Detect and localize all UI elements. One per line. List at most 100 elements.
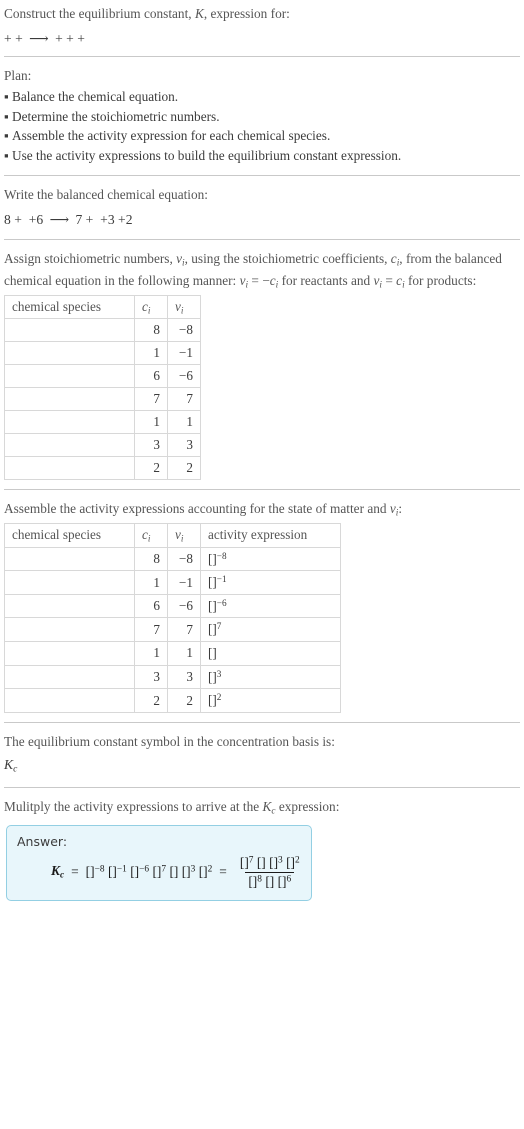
plus-b3: + [85,211,94,227]
cell-activity: [] [200,641,341,666]
activity-exponent: 3 [216,668,222,679]
product-term: []−8 [86,864,105,879]
answer-kc-symbol: K [51,863,60,879]
plus-b4: + [100,211,108,227]
product-term: []2 [199,864,213,879]
activity-exponent: 7 [216,621,222,632]
term-exponent: 7 [161,864,167,875]
numerator-term: []3 [269,855,283,870]
term-base: [] [130,864,140,880]
term-base: [] [239,854,249,870]
activity-heading: Assemble the activity expressions accoun… [4,499,520,521]
stoich-heading-p5: for reactants and [278,273,374,288]
cell-nui: 7 [167,387,201,412]
term-exponent: 7 [248,855,254,866]
table-row: 1 1 [4,410,201,435]
term-exponent: 2 [207,864,213,875]
col-chemical-species: chemical species [4,294,135,320]
cell-species [4,410,135,435]
answer-kc: Kc [51,863,64,881]
term-exponent: 2 [295,855,300,866]
cell-ci: 6 [134,364,168,389]
cell-activity: []2 [200,688,341,713]
cell-ci: 1 [134,341,168,366]
term-base: [] [181,864,191,880]
activity-base: [] [208,551,217,567]
cell-nui: −8 [167,318,201,343]
activity-exponent: −1 [216,574,227,585]
cell-ci: 8 [134,318,168,343]
cell-nui: 3 [167,433,201,458]
product-term: []−6 [130,864,149,879]
cell-ci: 8 [134,546,168,572]
plus-2: + [15,31,23,47]
col-nui-sub: i [180,305,184,316]
balanced-coeff-p1: 7 [75,211,83,227]
product-term: []3 [182,864,196,879]
cell-species [4,617,135,643]
term-base: [] [277,873,287,889]
multiply-heading-p1: Mulitply the activity expressions to arr… [4,798,263,814]
table-row: 1 −1 []−1 [4,570,341,595]
balanced-coeff-p4: 2 [125,211,133,227]
activity-base: [] [208,622,217,638]
activity-base: [] [208,598,217,614]
cell-species [4,318,135,343]
plan-item-2-label: Determine the stoichiometric numbers. [12,108,220,124]
stoichiometric-section: Assign stoichiometric numbers, νi , using… [4,240,520,489]
cell-species [4,593,135,619]
cell-ci: 2 [134,456,168,481]
term-exponent: −8 [94,864,105,875]
cell-species [4,387,135,412]
cell-ci: 7 [134,617,168,643]
prompt-title-post: , expression for: [203,6,290,21]
col-nui-sub: i [180,533,184,544]
stoich-heading: Assign stoichiometric numbers, νi, using… [4,249,520,292]
cell-nui: −1 [167,341,201,366]
symbol-value: Kc [4,754,520,778]
balanced-arrow-icon: ⟶ [49,211,70,227]
term-base: [] [265,873,275,889]
table-header-row: chemical species ci νi activity expressi… [4,523,341,548]
cell-nui: −6 [167,364,201,389]
prompt-equation: + + ⟶ + + + [4,28,520,50]
table-row: 7 7 [4,387,201,412]
term-base: [] [85,864,95,880]
col-activity-expression: activity expression [200,523,341,548]
cell-ci: 3 [134,664,168,690]
stoich-heading-p2: , using the stoichiometric coefficients, [184,251,391,267]
table-row: 6 −6 []−6 [4,593,341,619]
balanced-coeff-p3: 3 [107,211,115,227]
activity-heading-p2: : [398,501,403,517]
denominator-term: [] [265,874,274,889]
multiply-heading: Mulitply the activity expressions to arr… [4,797,520,819]
cell-species [4,664,135,690]
cell-ci: 6 [134,593,168,619]
table-row: 3 3 []3 [4,664,341,690]
cell-ci: 1 [134,570,168,595]
symbol-heading: The equilibrium constant symbol in the c… [4,733,335,749]
cell-ci: 1 [134,641,168,666]
multiply-section: Mulitply the activity expressions to arr… [4,788,520,905]
col-ci: ci [134,523,168,548]
cell-species [4,364,135,389]
denominator-term: []6 [278,874,292,889]
term-base: [] [286,854,295,870]
cell-nui: −1 [167,570,201,595]
prompt-title-symbol: K [194,6,204,21]
activity-heading-p1: Assemble the activity expressions accoun… [4,501,390,517]
cell-species [4,688,135,713]
plan-item-3-label: Assemble the activity expression for eac… [12,128,331,144]
cell-activity: []−8 [200,546,341,572]
col-nui: νi [167,294,201,320]
cell-activity: []−1 [200,570,341,595]
balanced-heading: Write the balanced chemical equation: [4,187,208,203]
table-row: 2 2 [4,456,201,481]
plan-item-1: ▪ Balance the chemical equation. [4,87,520,107]
kc-symbol: K [4,757,14,773]
col-ci-sub: i [147,533,151,544]
term-base: [] [269,854,279,870]
stoich-heading-p6: = [382,273,397,288]
prompt-title: Construct the equilibrium constant, K, e… [4,4,520,24]
term-base: [] [248,873,258,889]
